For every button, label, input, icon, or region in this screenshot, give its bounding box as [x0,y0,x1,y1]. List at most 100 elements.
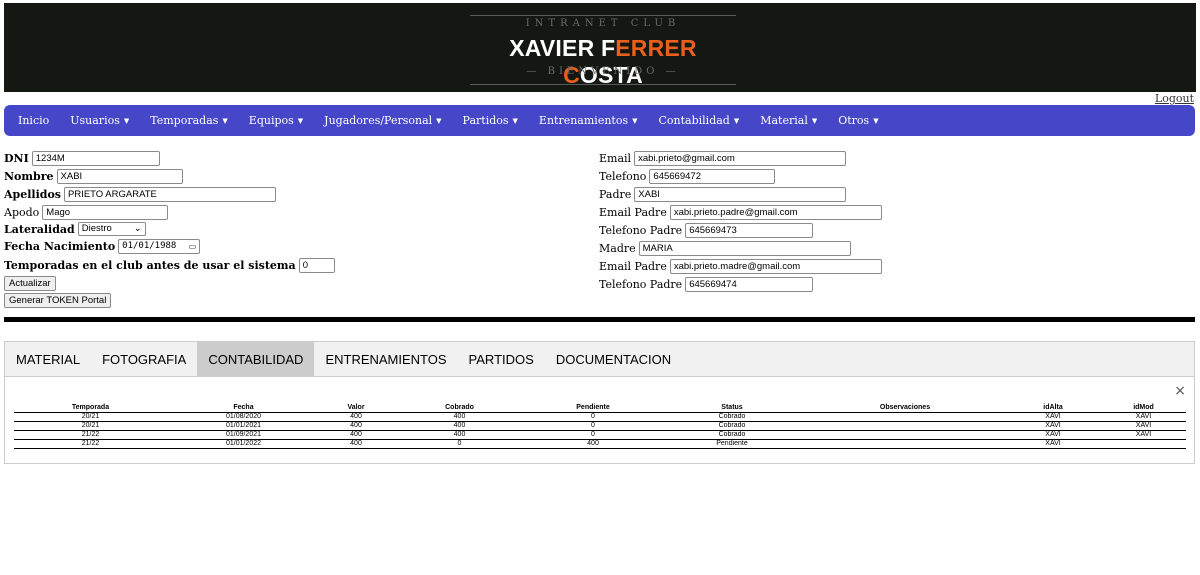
telefono-field[interactable]: 645669472 [649,168,776,184]
tab-fotografia[interactable]: FOTOGRAFIA [91,342,197,376]
telefono-padre-label: Telefono Padre [599,223,683,237]
apellidos-label: Apellidos [4,187,61,201]
tabs-panel: MATERIAL FOTOGRAFIA CONTABILIDAD ENTRENA… [4,341,1195,464]
email-madre-row: Email Padre xabi.prieto.madre@gmail.com [599,258,882,274]
email-madre-field[interactable]: xabi.prieto.madre@gmail.com [669,258,882,274]
caret-down-icon: ▼ [873,117,879,125]
telefono-padre-field[interactable]: 645669473 [685,222,814,238]
header-banner: INTRANET CLUB XAVIER FERRER COSTA — BIEN… [4,3,1196,92]
madre-row: Madre MARIA [599,240,851,256]
nav-temporadas[interactable]: Temporadas ▼ [150,114,228,127]
telefono-madre-label: Telefono Padre [599,277,683,291]
temporadas-label: Temporadas en el club antes de usar el s… [4,258,296,272]
dni-label: DNI [4,151,29,165]
padre-row: Padre XABI [599,186,847,202]
chevron-down-icon: ⌄ [133,223,142,234]
apodo-field[interactable]: Mago [42,204,169,220]
padre-field[interactable]: XABI [634,186,847,202]
nombre-field[interactable]: XABI [56,168,183,184]
table-row[interactable]: 20/21 01/08/2020 400 400 0 Cobrado XAVI XAVI [14,412,1186,422]
madre-field[interactable]: MARIA [638,240,851,256]
contabilidad-table: Temporada Fecha Valor Cobrado Pendiente … [14,403,1186,449]
nav-equipos[interactable]: Equipos ▼ [249,114,303,127]
col-status: Status [659,403,805,413]
close-icon[interactable]: × [1174,383,1186,399]
table-row[interactable]: 21/22 01/01/2022 400 0 400 Pendiente XAVI [14,439,1186,449]
col-temporada: Temporada [14,403,167,413]
logo-bottom-text: — BIENVENIDO — [526,66,680,77]
logo-top-text: INTRANET CLUB [525,18,681,29]
col-cobrado: Cobrado [392,403,527,413]
temporadas-field[interactable]: 0 [298,257,335,273]
apellidos-field[interactable]: PRIETO ARGARATE [63,186,276,202]
fecha-field[interactable]: 01/01/1988 ▭ [118,238,201,254]
caret-down-icon: ▼ [222,117,228,125]
tab-partidos[interactable]: PARTIDOS [458,342,545,376]
email-label: Email [599,151,632,165]
caret-down-icon: ▼ [811,117,818,125]
table-header-row: Temporada Fecha Valor Cobrado Pendiente … [14,403,1186,413]
tab-contabilidad[interactable]: CONTABILIDAD [197,342,315,376]
lateralidad-row: Lateralidad Diestro ⌄ [4,221,146,237]
nav-usuarios[interactable]: Usuarios ▼ [70,114,129,127]
tab-documentacion[interactable]: DOCUMENTACION [545,342,682,376]
tab-bar: MATERIAL FOTOGRAFIA CONTABILIDAD ENTRENA… [5,342,1194,377]
telefono-label: Telefono [599,169,647,183]
madre-label: Madre [599,241,636,255]
nombre-label: Nombre [4,169,54,183]
nav-contabilidad[interactable]: Contabilidad ▼ [659,114,740,127]
nav-material[interactable]: Material ▼ [760,114,817,127]
lateralidad-label: Lateralidad [4,222,75,236]
caret-down-icon: ▼ [123,117,130,125]
caret-down-icon: ▼ [512,117,518,125]
caret-down-icon: ▼ [297,117,304,125]
logout-link[interactable]: Logout [1155,92,1194,105]
calendar-icon[interactable]: ▭ [189,240,197,253]
lateralidad-select[interactable]: Diestro ⌄ [77,222,146,236]
col-fecha: Fecha [167,403,320,413]
section-divider [4,317,1195,322]
nav-inicio[interactable]: Inicio [18,114,49,127]
generar-token-button[interactable]: Generar TOKEN Portal [4,293,112,308]
telefono-madre-field[interactable]: 645669474 [685,276,814,292]
actualizar-button[interactable]: Actualizar [4,276,56,291]
fecha-row: Fecha Nacimiento 01/01/1988 ▭ [4,238,201,254]
table-row[interactable]: 20/21 01/01/2021 400 400 0 Cobrado XAVI XAVI [14,421,1186,431]
telefono-madre-row: Telefono Padre 645669474 [599,276,814,292]
email-padre-row: Email Padre xabi.prieto.padre@gmail.com [599,204,882,220]
nav-entrenamientos[interactable]: Entrenamientos ▼ [539,114,638,127]
dni-row: DNI 1234M [4,150,160,166]
club-logo: INTRANET CLUB XAVIER FERRER COSTA — BIEN… [470,15,736,88]
email-row: Email xabi.prieto@gmail.com [599,150,847,166]
nombre-row: Nombre XABI [4,168,183,184]
telefono-row: Telefono 645669472 [599,168,776,184]
fecha-label: Fecha Nacimiento [4,239,116,253]
caret-down-icon: ▼ [733,117,740,125]
caret-down-icon: ▼ [436,117,442,125]
col-idalta: idAlta [1005,403,1101,413]
email-madre-label: Email Padre [599,259,667,273]
col-pendiente: Pendiente [527,403,659,413]
main-nav: Inicio Usuarios ▼ Temporadas ▼ Equipos ▼ Ju… [4,105,1195,136]
temporadas-row: Temporadas en el club antes de usar el s… [4,257,335,273]
caret-down-icon: ▼ [632,117,638,125]
nav-jugadores[interactable]: Jugadores/Personal ▼ [324,114,441,127]
apodo-label: Apodo [4,205,40,219]
col-observaciones: Observaciones [805,403,1005,413]
table-row[interactable]: 21/22 01/09/2021 400 400 0 Cobrado XAVI XAVI [14,430,1186,440]
telefono-padre-row: Telefono Padre 645669473 [599,222,814,238]
apellidos-row: Apellidos PRIETO ARGARATE [4,186,276,202]
dni-field[interactable]: 1234M [31,150,160,166]
logo-title: XAVIER FERRER COSTA [509,35,697,88]
nav-partidos[interactable]: Partidos ▼ [463,114,518,127]
email-padre-label: Email Padre [599,205,667,219]
email-field[interactable]: xabi.prieto@gmail.com [634,150,847,166]
col-idmod: idMod [1101,403,1186,413]
col-valor: Valor [320,403,392,413]
apodo-row: Apodo Mago [4,204,169,220]
email-padre-field[interactable]: xabi.prieto.padre@gmail.com [669,204,882,220]
nav-otros[interactable]: Otros ▼ [838,114,878,127]
tab-entrenamientos[interactable]: ENTRENAMIENTOS [314,342,457,376]
padre-label: Padre [599,187,632,201]
tab-material[interactable]: MATERIAL [5,342,91,376]
